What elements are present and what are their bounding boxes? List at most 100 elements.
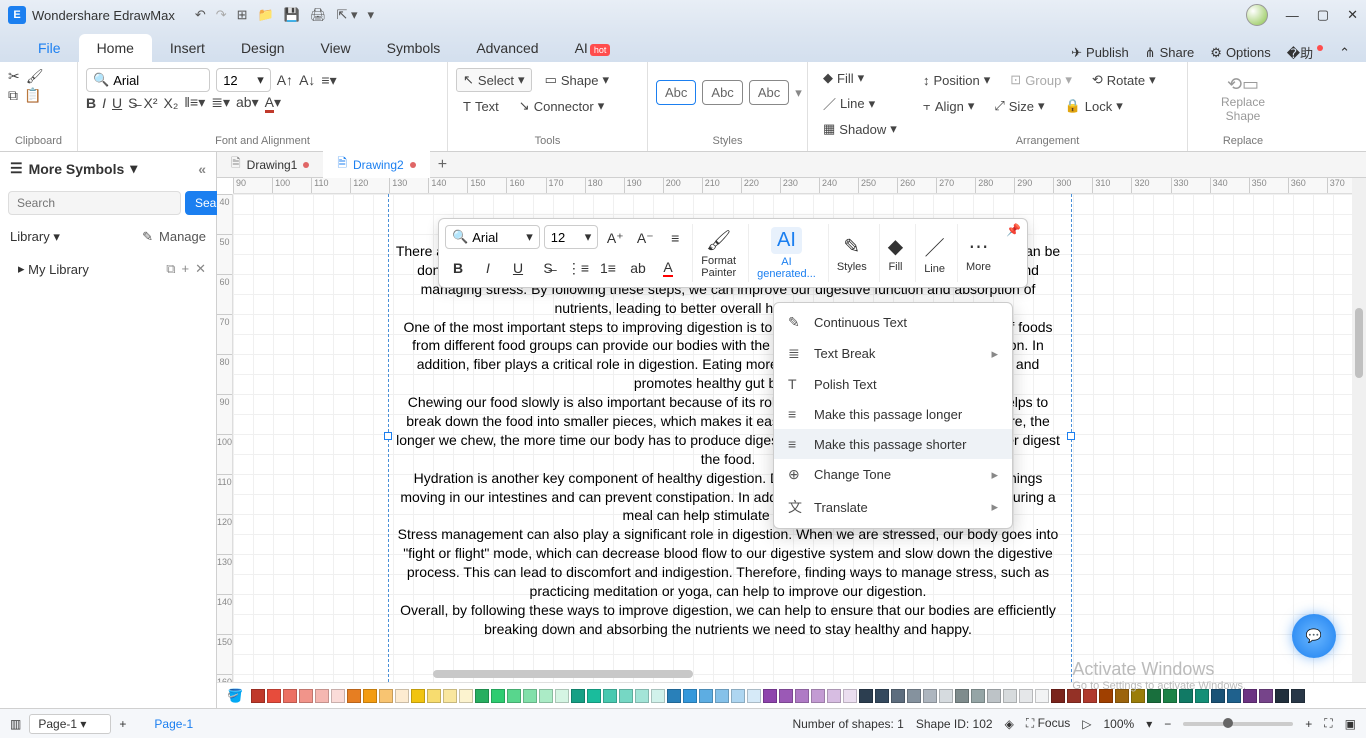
mini-fontcolor-icon[interactable]: A [655,255,681,281]
color-swatch[interactable] [667,689,681,703]
color-swatch[interactable] [331,689,345,703]
tab-insert[interactable]: Insert [152,34,223,62]
mini-bullets-icon[interactable]: ⋮≡ [565,255,591,281]
zoom-slider[interactable] [1183,722,1293,726]
italic-icon[interactable]: I [102,95,106,111]
color-swatch[interactable] [523,689,537,703]
color-swatch[interactable] [779,689,793,703]
zoom-in-icon[interactable]: + [1305,717,1312,731]
bold-icon[interactable]: B [86,95,96,111]
color-swatch[interactable] [395,689,409,703]
doc-tab-drawing1[interactable]: 🗎Drawing1 [217,150,323,179]
ctx-make-shorter[interactable]: ≡Make this passage shorter [774,429,1012,459]
color-swatch[interactable] [1275,689,1289,703]
save-icon[interactable]: 💾 [284,7,300,23]
pages-icon[interactable]: ▥ [10,717,21,731]
ctx-text-break[interactable]: ≣Text Break▸ [774,338,1012,369]
ai-chat-button[interactable]: 💬 [1292,614,1336,658]
mylib-add-icon[interactable]: + [182,261,190,277]
focus-mode[interactable]: ⛶ Focus [1026,716,1070,731]
mini-font-combo[interactable]: 🔍▾ [445,225,540,249]
styles-more-icon[interactable]: ▾ [795,85,802,101]
color-swatch[interactable] [283,689,297,703]
tab-home[interactable]: Home [79,34,152,62]
minimize-icon[interactable]: — [1286,8,1299,23]
maximize-icon[interactable]: ▢ [1317,7,1329,23]
subscript-icon[interactable]: X₂ [163,95,178,111]
shape-tool[interactable]: ▭ Shape ▾ [538,68,616,92]
active-page-label[interactable]: Page-1 [154,717,193,731]
fit-page-icon[interactable]: ⛶ [1324,716,1332,731]
share-button[interactable]: ⋔ Share [1145,45,1195,61]
doc-tab-drawing2[interactable]: 🗎Drawing2 [323,150,429,179]
text-highlight-icon[interactable]: ab▾ [236,94,259,111]
shadow-button[interactable]: ▦ Shadow ▾ [816,117,904,141]
publish-button[interactable]: ✈ Publish [1071,45,1129,61]
color-swatch[interactable] [427,689,441,703]
size-button[interactable]: ⤢ Size▾ [987,94,1051,118]
strike-icon[interactable]: S̶ [128,95,137,111]
ctx-change-tone[interactable]: ⊕Change Tone▸ [774,459,1012,490]
zoom-level[interactable]: 100% [1103,717,1134,731]
fill-bucket-icon[interactable]: 🪣 [227,688,243,704]
vertical-scrollbar[interactable] [1352,178,1366,682]
qat-more-icon[interactable]: ▾ [367,7,374,23]
mini-styles[interactable]: ✎Styles [828,224,875,282]
align-menu-icon[interactable]: ≡▾ [321,72,336,89]
color-swatch[interactable] [987,689,1001,703]
mini-more[interactable]: ⋯More [957,224,999,282]
tab-view[interactable]: View [303,34,369,62]
mini-italic-icon[interactable]: I [475,255,501,281]
color-swatch[interactable] [363,689,377,703]
font-family-combo[interactable]: 🔍 [86,68,210,92]
export-icon[interactable]: ⇱ ▾ [336,7,357,23]
color-swatch[interactable] [699,689,713,703]
presentation-icon[interactable]: ▷ [1082,717,1091,731]
open-icon[interactable]: 📁 [258,7,274,23]
color-swatch[interactable] [715,689,729,703]
mini-numbered-icon[interactable]: 1≡ [595,255,621,281]
rotate-button[interactable]: ⟲ Rotate▾ [1085,68,1163,92]
symbol-search-input[interactable] [8,191,181,215]
color-swatch[interactable] [411,689,425,703]
color-swatch[interactable] [875,689,889,703]
connector-tool[interactable]: ↘ Connector ▾ [512,94,611,118]
my-library-label[interactable]: My Library [28,262,89,277]
mini-decrease-font-icon[interactable]: A⁻ [632,225,658,251]
tab-design[interactable]: Design [223,34,303,62]
style-preset-2[interactable]: Abc [702,80,742,105]
color-swatch[interactable] [379,689,393,703]
color-swatch[interactable] [635,689,649,703]
tab-file[interactable]: File [20,34,79,62]
print-icon[interactable]: 🖨 [310,7,327,23]
user-avatar[interactable] [1246,4,1268,26]
increase-font-icon[interactable]: A↑ [277,72,293,88]
paste-icon[interactable]: 📋 [24,87,41,104]
color-swatch[interactable] [1019,689,1033,703]
pin-icon[interactable]: 📌 [1006,223,1021,237]
color-swatch[interactable] [891,689,905,703]
color-swatch[interactable] [571,689,585,703]
collapse-panel-icon[interactable]: « [198,161,206,177]
selection-handle-left[interactable] [384,432,392,440]
fullscreen-icon[interactable]: ▣ [1345,717,1356,731]
redo-icon[interactable]: ↷ [216,7,227,23]
color-swatch[interactable] [955,689,969,703]
library-dropdown[interactable]: Library ▾ [10,229,60,245]
color-swatch[interactable] [683,689,697,703]
font-size-combo[interactable]: ▾ [216,68,271,92]
bullet-list-icon[interactable]: ≣▾ [211,94,230,111]
mini-underline-icon[interactable]: U [505,255,531,281]
decrease-font-icon[interactable]: A↓ [299,72,315,88]
group-button[interactable]: ⊡ Group▾ [1003,68,1079,92]
ctx-make-longer[interactable]: ≡Make this passage longer [774,399,1012,429]
add-doc-tab[interactable]: + [430,156,455,174]
color-swatch[interactable] [811,689,825,703]
collapse-ribbon-icon[interactable]: ⌃ [1339,45,1350,61]
line-button[interactable]: ／ Line ▾ [816,90,882,117]
tab-advanced[interactable]: Advanced [458,34,556,62]
mini-bold-icon[interactable]: B [445,255,471,281]
mylib-close-icon[interactable]: ✕ [195,261,206,277]
tab-symbols[interactable]: Symbols [369,34,459,62]
page-selector[interactable]: Page-1 ▾ [29,714,111,734]
